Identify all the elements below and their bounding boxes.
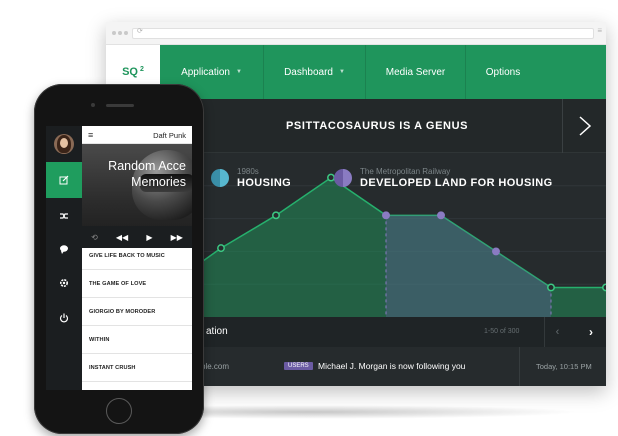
- users-badge: USERS: [284, 362, 313, 370]
- album-title: Random Acce Memories: [82, 158, 192, 190]
- repeat-icon[interactable]: ⟲: [91, 233, 98, 242]
- artist-name: Daft Punk: [153, 131, 186, 140]
- settings-icon: [59, 278, 69, 288]
- address-bar[interactable]: ⟳: [132, 28, 594, 39]
- data-point: [602, 283, 606, 292]
- camera-icon: [91, 103, 95, 107]
- player-top-bar: ≡ Daft Punk: [82, 126, 192, 144]
- legend-dot: [211, 169, 229, 187]
- album-art: Random Acce Memories ⟲ ◀◀ ▶ ▶▶: [82, 144, 192, 248]
- avatar[interactable]: [54, 134, 74, 154]
- browser-menu-icon[interactable]: ≡: [597, 26, 602, 35]
- legend-dot: [334, 169, 352, 187]
- browser-chrome: ⟳ ≡: [106, 22, 606, 45]
- data-point: [547, 283, 555, 292]
- highlight-area: [386, 215, 551, 317]
- list-title: ation: [206, 326, 228, 337]
- window-dot-icon[interactable]: [112, 31, 116, 35]
- legend-subtitle: 1980s: [237, 167, 259, 176]
- list-item[interactable]: INSTANT CRUSH: [82, 354, 192, 382]
- list-item[interactable]: THE GAME OF LOVE: [82, 270, 192, 298]
- chevron-down-icon: ▼: [235, 69, 242, 75]
- page-title: PSITTACOSAURUS IS A GENUS: [286, 120, 469, 132]
- phone-sidebar: [46, 126, 82, 390]
- nav-label: Application: [181, 66, 230, 78]
- phone-mockup: ≡ Daft Punk Random Acce Memories ⟲ ◀◀ ▶ …: [34, 84, 204, 434]
- legend-subtitle: The Metropolitan Railway: [360, 167, 451, 176]
- legend-title: HOUSING: [237, 177, 292, 189]
- music-player: ≡ Daft Punk Random Acce Memories ⟲ ◀◀ ▶ …: [82, 126, 192, 390]
- nav-label: Options: [485, 66, 521, 78]
- activity-email: ble.com: [201, 362, 230, 371]
- data-point: [382, 211, 390, 220]
- window-dot-icon[interactable]: [124, 31, 128, 35]
- pagination-label: 1-50 of 300: [484, 328, 520, 335]
- fast-forward-icon[interactable]: ▶▶: [171, 233, 183, 242]
- logo-superscript: 2: [140, 65, 144, 73]
- home-button[interactable]: [106, 398, 132, 424]
- list-item[interactable]: GIORGIO BY MORODER: [82, 298, 192, 326]
- chevron-down-icon: ▼: [338, 69, 345, 75]
- speaker-icon: [106, 104, 134, 107]
- edit-icon: [59, 175, 69, 185]
- sidebar-item-power[interactable]: [46, 300, 82, 336]
- nav-label: Dashboard: [284, 66, 333, 78]
- list-item[interactable]: GIVE LIFE BACK TO MUSIC: [82, 242, 192, 270]
- divider: [519, 347, 520, 386]
- next-page-button[interactable]: ›: [578, 317, 604, 347]
- chevron-left-icon: ‹: [555, 326, 560, 338]
- nav-item-media-server[interactable]: Media Server: [366, 45, 466, 99]
- menu-icon[interactable]: ≡: [88, 130, 93, 140]
- legend-title: DEVELOPED LAND FOR HOUSING: [360, 177, 553, 189]
- chevron-right-icon: [578, 116, 591, 136]
- data-point: [272, 211, 280, 220]
- next-button[interactable]: [562, 99, 606, 153]
- logo-text: SQ: [122, 66, 138, 78]
- chat-icon: [60, 245, 68, 254]
- list-item[interactable]: WITHIN: [82, 326, 192, 354]
- album-title-line: Memories: [131, 175, 186, 189]
- album-title-line: Random Acce: [108, 159, 186, 173]
- window-dot-icon[interactable]: [118, 31, 122, 35]
- previous-page-button[interactable]: ‹: [544, 317, 570, 347]
- track-list: GIVE LIFE BACK TO MUSIC THE GAME OF LOVE…: [82, 242, 192, 382]
- legend-item-housing: 1980s HOUSING: [211, 167, 291, 189]
- data-point: [492, 247, 500, 256]
- data-point: [217, 244, 225, 253]
- power-icon: [59, 313, 69, 323]
- shuffle-icon: [60, 213, 68, 219]
- data-point: [437, 211, 445, 220]
- phone-screen: ≡ Daft Punk Random Acce Memories ⟲ ◀◀ ▶ …: [46, 126, 192, 390]
- reload-icon[interactable]: ⟳: [137, 27, 143, 35]
- rewind-icon[interactable]: ◀◀: [116, 233, 128, 242]
- legend-item-developed-land: The Metropolitan Railway DEVELOPED LAND …: [334, 167, 553, 189]
- play-icon[interactable]: ▶: [146, 233, 152, 242]
- sidebar-item-chat[interactable]: [46, 231, 82, 267]
- chevron-right-icon: ›: [589, 325, 593, 339]
- activity-text: Michael J. Morgan is now following you: [318, 361, 466, 371]
- nav-label: Media Server: [385, 66, 446, 78]
- avatar-face: [60, 138, 68, 148]
- nav-item-dashboard[interactable]: Dashboard ▼: [264, 45, 366, 99]
- activity-time: Today, 10:15 PM: [536, 362, 592, 371]
- nav-item-options[interactable]: Options: [466, 45, 540, 99]
- sidebar-item-shuffle[interactable]: [46, 198, 82, 234]
- sidebar-item-settings[interactable]: [46, 265, 82, 301]
- sidebar-item-edit[interactable]: [46, 162, 82, 198]
